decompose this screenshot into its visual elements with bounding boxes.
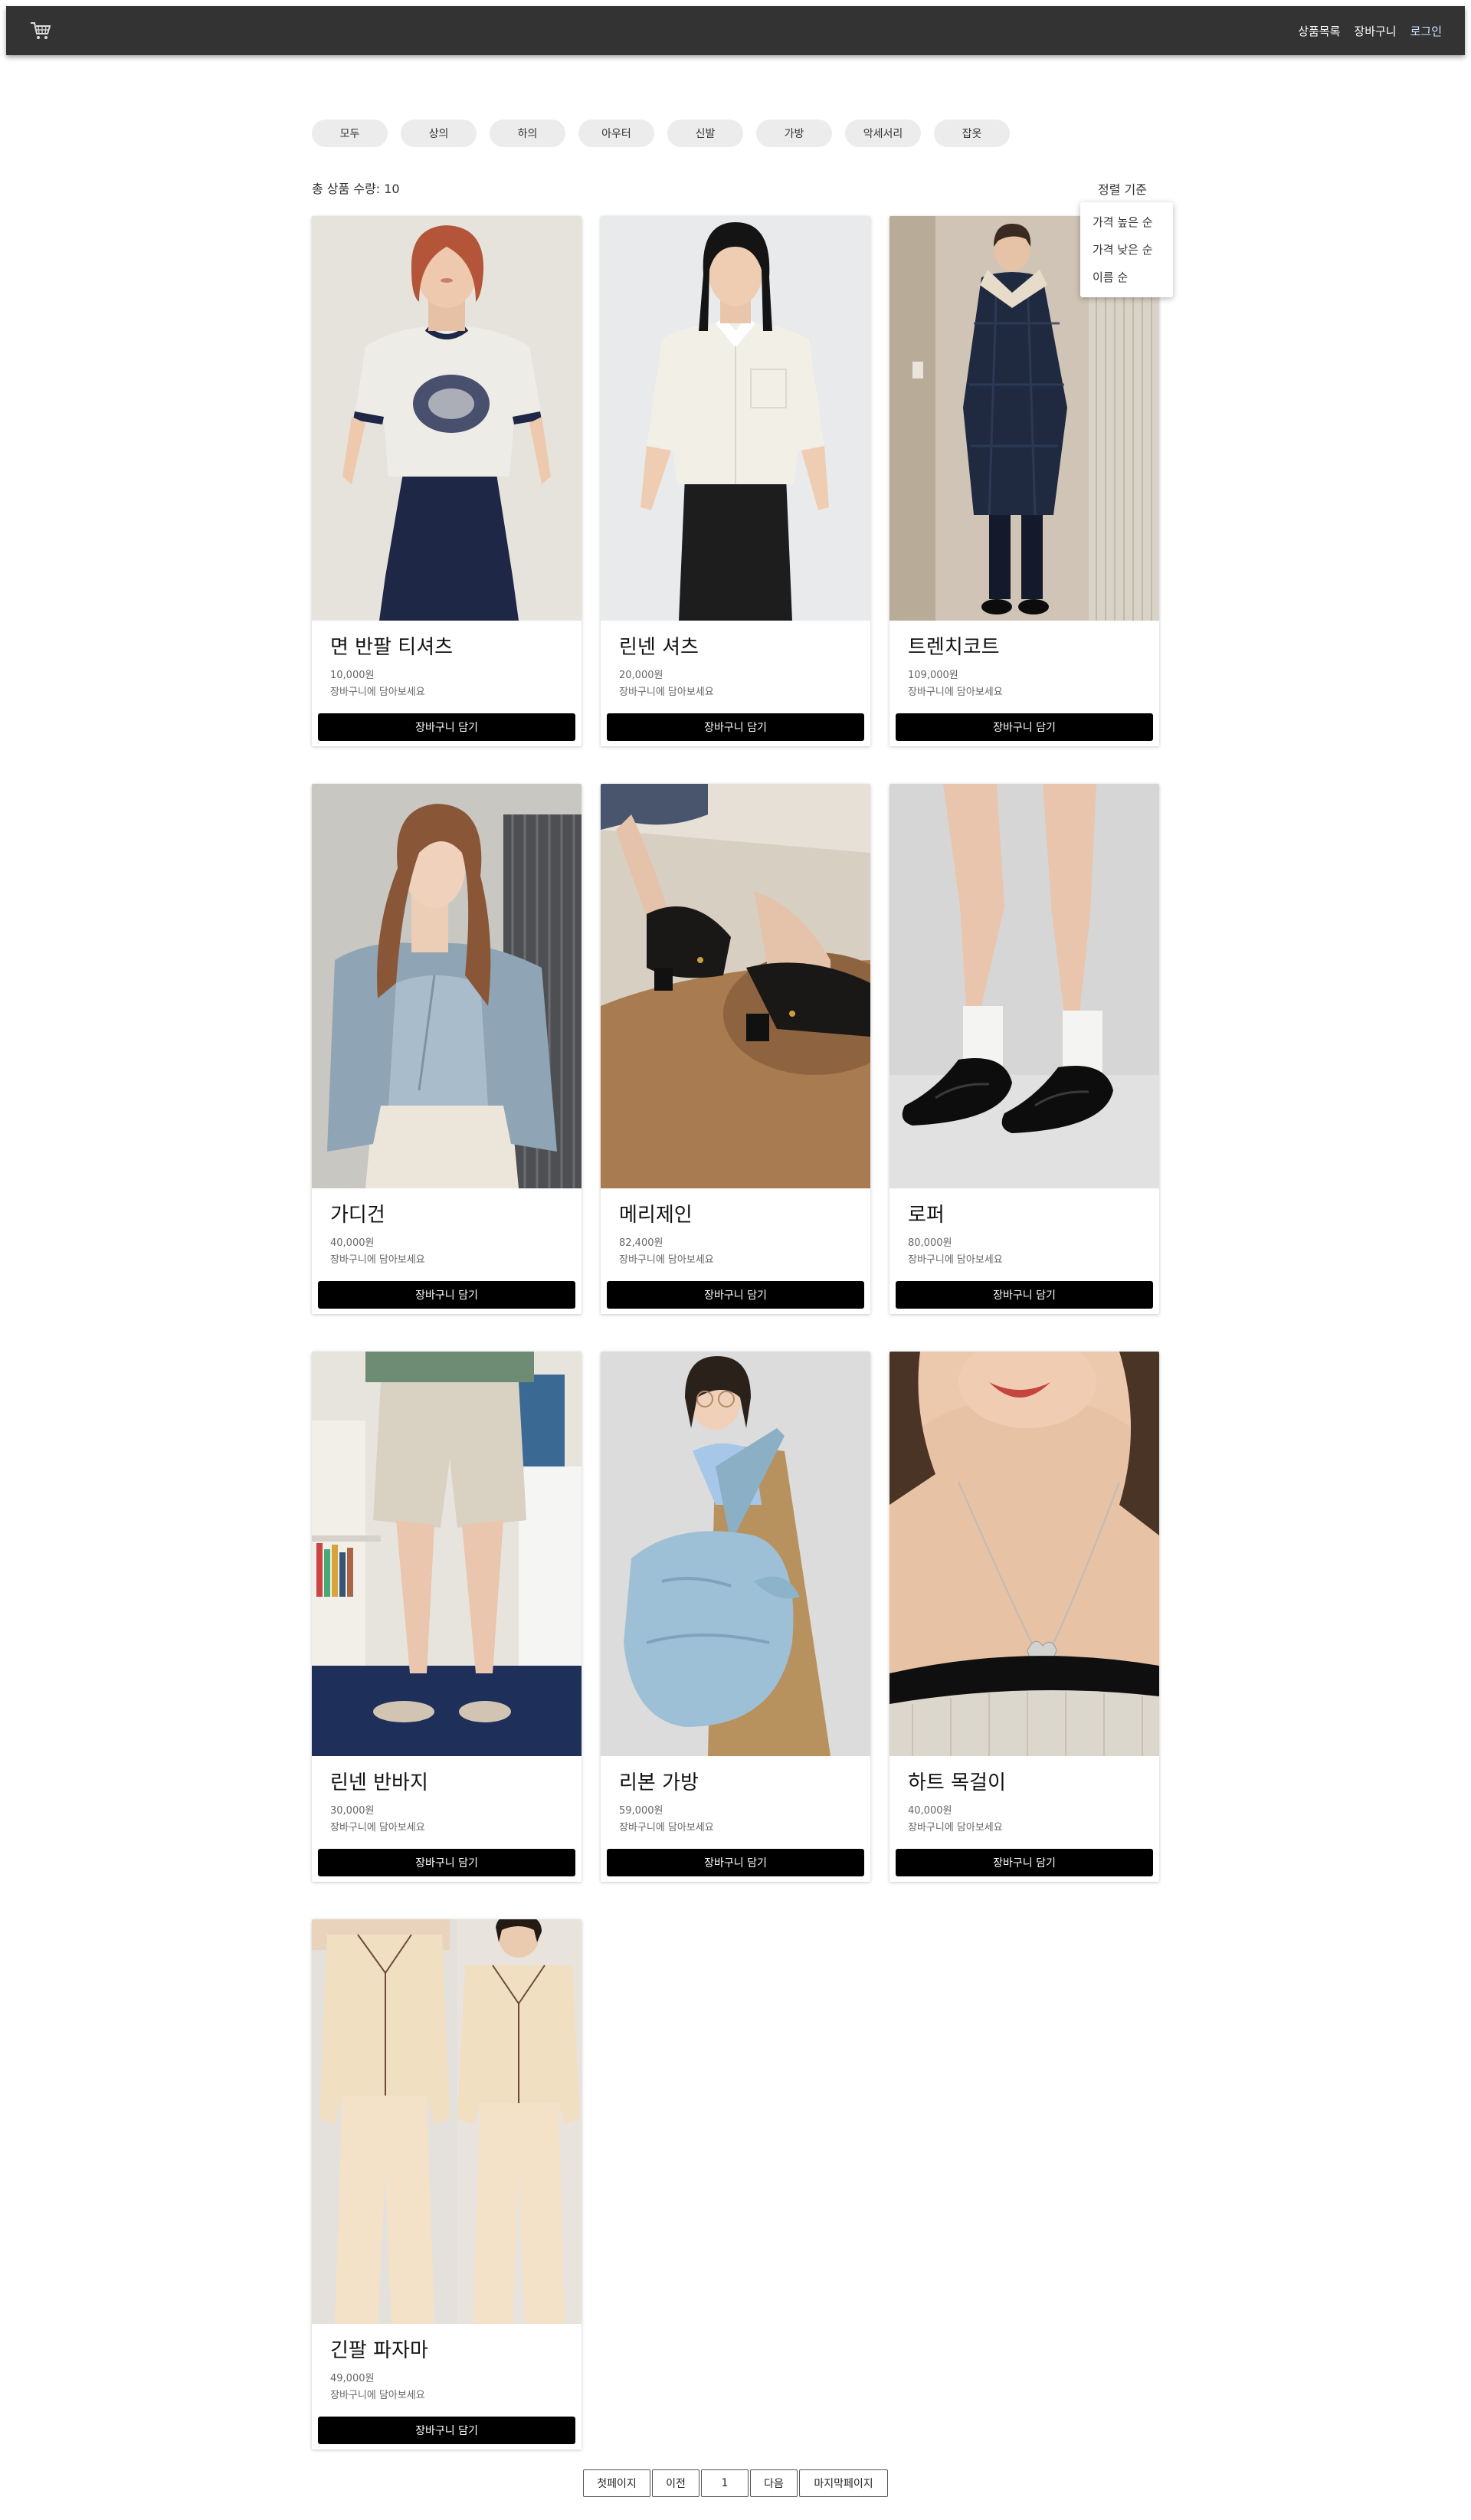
product-card: 긴팔 파자마 49,000원 장바구니에 담아보세요 장바구니 담기 — [312, 1919, 582, 2450]
product-grid: 면 반팔 티셔츠 10,000원 장바구니에 담아보세요 장바구니 담기 린넨 … — [312, 216, 1159, 2450]
product-hint: 장바구니에 담아보세요 — [330, 1822, 425, 1833]
product-image[interactable] — [601, 784, 870, 1188]
product-hint: 장바구니에 담아보세요 — [619, 687, 714, 698]
first-page-button[interactable]: 첫페이지 — [583, 2469, 650, 2497]
product-price: 30,000원 — [330, 1805, 375, 1817]
category-chip-shoes[interactable]: 신발 — [667, 120, 743, 147]
shopping-cart-icon[interactable] — [29, 18, 54, 43]
nav-login-link[interactable]: 로그인 — [1410, 23, 1442, 39]
top-navbar: 상품목록 장바구니 로그인 — [6, 6, 1465, 55]
nav-cart-link[interactable]: 장바구니 — [1354, 23, 1396, 39]
list-toolbar: 총 상품 수량: 10 정렬 기준 가격 높은 순 가격 낮은 순 이름 순 — [312, 178, 1173, 297]
product-image[interactable] — [889, 784, 1159, 1188]
product-card: 린넨 반바지 30,000원 장바구니에 담아보세요 장바구니 담기 — [312, 1352, 582, 1882]
product-hint: 장바구니에 담아보세요 — [330, 2390, 425, 2401]
product-hint: 장바구니에 담아보세요 — [330, 1254, 425, 1266]
sort-option-price-low[interactable]: 가격 낮은 순 — [1080, 236, 1173, 264]
category-chip-all[interactable]: 모두 — [312, 120, 388, 147]
product-price: 82,400원 — [619, 1237, 663, 1249]
product-name: 린넨 반바지 — [330, 1771, 428, 1794]
add-to-cart-button[interactable]: 장바구니 담기 — [607, 713, 864, 741]
add-to-cart-button[interactable]: 장바구니 담기 — [607, 1281, 864, 1309]
product-card: 린넨 셔츠 20,000원 장바구니에 담아보세요 장바구니 담기 — [601, 216, 870, 746]
category-chip-bottoms[interactable]: 하의 — [490, 120, 565, 147]
product-card: 메리제인 82,400원 장바구니에 담아보세요 장바구니 담기 — [601, 784, 870, 1314]
add-to-cart-button[interactable]: 장바구니 담기 — [318, 713, 575, 741]
current-page-button[interactable]: 1 — [701, 2469, 749, 2497]
product-list-section: 모두 상의 하의 아우터 신발 가방 악세서리 잡옷 총 상품 수량: 10 정… — [312, 120, 1173, 2450]
product-name: 가디건 — [330, 1204, 385, 1227]
add-to-cart-button[interactable]: 장바구니 담기 — [896, 1849, 1153, 1876]
last-page-button[interactable]: 마지막페이지 — [799, 2469, 888, 2497]
product-card: 리본 가방 59,000원 장바구니에 담아보세요 장바구니 담기 — [601, 1352, 870, 1882]
add-to-cart-button[interactable]: 장바구니 담기 — [896, 713, 1153, 741]
add-to-cart-button[interactable]: 장바구니 담기 — [896, 1281, 1153, 1309]
product-hint: 장바구니에 담아보세요 — [908, 687, 1003, 698]
product-image[interactable] — [601, 1352, 870, 1756]
product-count: 총 상품 수량: 10 — [312, 182, 400, 196]
main-nav: 상품목록 장바구니 로그인 — [1298, 23, 1442, 39]
add-to-cart-button[interactable]: 장바구니 담기 — [607, 1849, 864, 1876]
category-chip-accessories[interactable]: 악세서리 — [845, 120, 921, 147]
product-hint: 장바구니에 담아보세요 — [330, 687, 425, 698]
product-price: 59,000원 — [619, 1805, 663, 1817]
sort-menu: 가격 높은 순 가격 낮은 순 이름 순 — [1080, 202, 1173, 297]
product-card: 로퍼 80,000원 장바구니에 담아보세요 장바구니 담기 — [889, 784, 1159, 1314]
product-name: 트렌치코트 — [908, 636, 1000, 659]
product-image[interactable] — [312, 1352, 582, 1756]
product-price: 80,000원 — [908, 1237, 952, 1249]
product-name: 면 반팔 티셔츠 — [330, 636, 454, 659]
product-name: 하트 목걸이 — [908, 1771, 1006, 1794]
product-card: 면 반팔 티셔츠 10,000원 장바구니에 담아보세요 장바구니 담기 — [312, 216, 582, 746]
product-hint: 장바구니에 담아보세요 — [619, 1254, 714, 1266]
product-name: 로퍼 — [908, 1204, 945, 1227]
product-name: 메리제인 — [619, 1204, 693, 1227]
category-chip-misc[interactable]: 잡옷 — [934, 120, 1010, 147]
product-price: 109,000원 — [908, 670, 958, 681]
product-image[interactable] — [889, 1352, 1159, 1756]
product-price: 49,000원 — [330, 2373, 375, 2384]
product-hint: 장바구니에 담아보세요 — [619, 1822, 714, 1833]
product-price: 10,000원 — [330, 670, 375, 681]
product-name: 긴팔 파자마 — [330, 2339, 428, 2362]
sort-option-name[interactable]: 이름 순 — [1080, 264, 1173, 291]
next-page-button[interactable]: 다음 — [750, 2469, 798, 2497]
add-to-cart-button[interactable]: 장바구니 담기 — [318, 1849, 575, 1876]
sort-dropdown-toggle[interactable]: 정렬 기준 — [1098, 179, 1147, 198]
product-image[interactable] — [312, 784, 582, 1188]
pagination: 첫페이지 이전 1 다음 마지막페이지 — [583, 2469, 888, 2497]
sort-option-price-high[interactable]: 가격 높은 순 — [1080, 208, 1173, 236]
product-name: 리본 가방 — [619, 1771, 699, 1794]
product-name: 린넨 셔츠 — [619, 636, 699, 659]
product-card: 하트 목걸이 40,000원 장바구니에 담아보세요 장바구니 담기 — [889, 1352, 1159, 1882]
product-price: 40,000원 — [908, 1805, 952, 1817]
category-chip-outer[interactable]: 아우터 — [578, 120, 654, 147]
product-card: 가디건 40,000원 장바구니에 담아보세요 장바구니 담기 — [312, 784, 582, 1314]
product-price: 20,000원 — [619, 670, 663, 681]
product-hint: 장바구니에 담아보세요 — [908, 1254, 1003, 1266]
product-image[interactable] — [312, 1919, 582, 2324]
product-price: 40,000원 — [330, 1237, 375, 1249]
category-filter: 모두 상의 하의 아우터 신발 가방 악세서리 잡옷 — [312, 120, 1159, 147]
product-image[interactable] — [601, 216, 870, 621]
product-hint: 장바구니에 담아보세요 — [908, 1822, 1003, 1833]
nav-products-link[interactable]: 상품목록 — [1298, 23, 1340, 39]
category-chip-tops[interactable]: 상의 — [401, 120, 477, 147]
add-to-cart-button[interactable]: 장바구니 담기 — [318, 1281, 575, 1309]
add-to-cart-button[interactable]: 장바구니 담기 — [318, 2417, 575, 2444]
prev-page-button[interactable]: 이전 — [652, 2469, 699, 2497]
product-image[interactable] — [312, 216, 582, 621]
category-chip-bags[interactable]: 가방 — [756, 120, 832, 147]
